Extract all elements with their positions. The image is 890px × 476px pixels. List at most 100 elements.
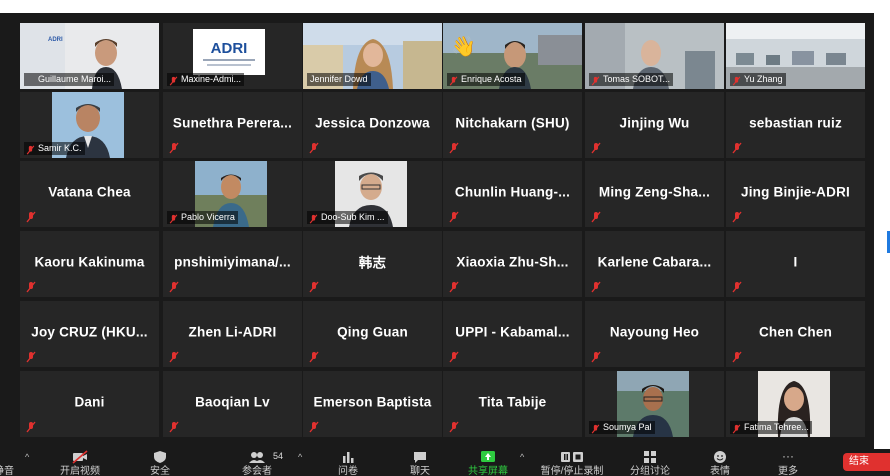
participant-tile[interactable]: Nitchakarn (SHU) xyxy=(443,92,582,158)
participant-name: pnshimiyimana/... xyxy=(174,254,291,270)
participant-tile[interactable]: pnshimiyimana/... xyxy=(163,231,302,297)
participant-name-label: Samir K.C. xyxy=(24,142,85,155)
participant-name-label: Pablo Vicerra xyxy=(167,211,238,224)
participant-name: Sunethra Perera... xyxy=(172,115,293,131)
video-tile-yu-zhang[interactable]: Yu Zhang xyxy=(726,23,865,89)
participant-name: UPPI - Kabamal... xyxy=(455,324,570,340)
muted-mic-icon xyxy=(449,142,459,154)
participants-count: 54 xyxy=(273,451,284,461)
participant-name: Jing Binjie-ADRI xyxy=(741,184,850,200)
participant-tile[interactable]: Vatana Chea xyxy=(20,161,159,227)
participant-tile[interactable]: Jessica Donzowa xyxy=(303,92,442,158)
video-tile-doo-sub-kim[interactable]: Doo-Sub Kim ... xyxy=(303,161,442,227)
muted-mic-icon xyxy=(591,351,601,363)
breakout-rooms-label: 分组讨论 xyxy=(630,466,670,476)
participant-name-label: Fatima Tehree... xyxy=(730,421,812,434)
participant-name: Kaoru Kakinuma xyxy=(34,254,145,270)
breakout-grid-icon xyxy=(644,451,656,463)
video-tile-jennifer[interactable]: Jennifer Dowd xyxy=(303,23,442,89)
end-meeting-button[interactable]: 结束 xyxy=(843,453,890,471)
share-screen-button[interactable]: 共享屏幕 xyxy=(460,449,516,476)
muted-mic-icon xyxy=(169,214,178,224)
meeting-toolbar: 静音 ^ 开启视频 安全 参会者 54 ^ 问卷 聊天 xyxy=(0,449,890,476)
muted-mic-icon xyxy=(26,211,36,223)
participant-name: Jinjing Wu xyxy=(619,115,690,131)
muted-mic-icon xyxy=(169,421,179,433)
muted-mic-icon xyxy=(26,281,36,293)
participant-tile[interactable]: Zhen Li-ADRI xyxy=(163,301,302,367)
video-tile-soumya[interactable]: Soumya Pal xyxy=(585,371,724,437)
muted-mic-icon xyxy=(591,424,600,434)
muted-mic-icon xyxy=(732,142,742,154)
video-tile-maxine[interactable]: ADRI Maxine-Admi... xyxy=(163,23,302,89)
video-tile-pablo[interactable]: Pablo Vicerra xyxy=(163,161,302,227)
participant-tile[interactable]: 韩志 xyxy=(303,231,442,297)
muted-mic-icon xyxy=(591,142,601,154)
participants-options-caret-icon[interactable]: ^ xyxy=(298,452,302,462)
participant-name: Tita Tabije xyxy=(478,394,547,410)
start-video-button[interactable]: 开启视频 xyxy=(50,449,110,476)
participant-tile[interactable]: Emerson Baptista xyxy=(303,371,442,437)
chat-button[interactable]: 聊天 xyxy=(400,449,440,476)
participant-tile[interactable]: Sunethra Perera... xyxy=(163,92,302,158)
participant-name: Joy CRUZ (HKU... xyxy=(31,324,148,340)
muted-mic-icon xyxy=(732,424,741,434)
participant-tile[interactable]: Jinjing Wu xyxy=(585,92,724,158)
participant-name-label: Guillaume Maroi... xyxy=(24,73,115,86)
participants-label: 参会者 xyxy=(242,466,272,476)
polls-button[interactable]: 问卷 xyxy=(328,449,368,476)
video-tile-enrique[interactable]: 👋 Enrique Acosta xyxy=(443,23,582,89)
participant-tile[interactable]: Jing Binjie-ADRI xyxy=(726,161,865,227)
muted-mic-icon xyxy=(169,351,179,363)
reactions-button[interactable]: 表情 xyxy=(700,449,740,476)
participant-tile[interactable]: Baoqian Lv xyxy=(163,371,302,437)
participant-tile[interactable]: Nayoung Heo xyxy=(585,301,724,367)
video-tile-tomas[interactable]: Tomas SOBOT... xyxy=(585,23,724,89)
participant-tile[interactable]: Tita Tabije xyxy=(443,371,582,437)
participant-grid: ADRI Guillaume Maroi... ADRI Maxine-Admi… xyxy=(0,13,874,449)
participant-tile[interactable]: Chen Chen xyxy=(726,301,865,367)
security-button[interactable]: 安全 xyxy=(140,449,180,476)
recording-controls-button[interactable]: 暂停/停止录制 xyxy=(536,449,608,476)
muted-mic-icon xyxy=(732,351,742,363)
participant-tile[interactable]: sebastian ruiz xyxy=(726,92,865,158)
participant-name: I xyxy=(793,254,798,270)
muted-mic-icon xyxy=(309,214,318,224)
participant-tile[interactable]: Chunlin Huang-... xyxy=(443,161,582,227)
mute-button[interactable]: 静音 xyxy=(0,449,16,476)
participant-tile[interactable]: Kaoru Kakinuma xyxy=(20,231,159,297)
muted-mic-icon xyxy=(732,76,741,86)
more-button[interactable]: ··· 更多 xyxy=(768,449,808,476)
participant-name: sebastian ruiz xyxy=(749,115,842,131)
participant-name: Nayoung Heo xyxy=(609,324,700,340)
muted-mic-icon xyxy=(732,281,742,293)
participant-tile[interactable]: Karlene Cabara... xyxy=(585,231,724,297)
participant-tile[interactable]: Joy CRUZ (HKU... xyxy=(20,301,159,367)
participant-tile[interactable]: Xiaoxia Zhu-Sh... xyxy=(443,231,582,297)
video-tile-samir[interactable]: Samir K.C. xyxy=(20,92,159,158)
participant-name: Xiaoxia Zhu-Sh... xyxy=(456,254,569,270)
share-screen-label: 共享屏幕 xyxy=(468,466,508,476)
participant-name-label: Doo-Sub Kim ... xyxy=(307,211,388,224)
participant-tile[interactable]: I xyxy=(726,231,865,297)
participant-tile[interactable]: Qing Guan xyxy=(303,301,442,367)
breakout-rooms-button[interactable]: 分组讨论 xyxy=(622,449,678,476)
recording-controls-label: 暂停/停止录制 xyxy=(540,466,604,476)
participant-tile[interactable]: Ming Zeng-Sha... xyxy=(585,161,724,227)
participant-name: Nitchakarn (SHU) xyxy=(455,115,570,131)
participant-name: Jessica Donzowa xyxy=(315,115,430,131)
muted-mic-icon xyxy=(26,421,36,433)
chat-label: 聊天 xyxy=(410,466,430,476)
participant-name-label: Soumya Pal xyxy=(589,421,655,434)
participant-name-label: Yu Zhang xyxy=(730,73,786,86)
shield-icon xyxy=(154,451,166,463)
audio-options-caret-icon[interactable]: ^ xyxy=(25,452,29,462)
video-tile-guillaume[interactable]: ADRI Guillaume Maroi... xyxy=(20,23,159,89)
muted-mic-icon xyxy=(309,142,319,154)
participant-tile[interactable]: UPPI - Kabamal... xyxy=(443,301,582,367)
participant-tile[interactable]: Dani xyxy=(20,371,159,437)
muted-mic-icon xyxy=(169,281,179,293)
muted-mic-icon xyxy=(449,76,458,86)
video-tile-fatima[interactable]: Fatima Tehree... xyxy=(726,371,865,437)
share-options-caret-icon[interactable]: ^ xyxy=(520,452,524,462)
